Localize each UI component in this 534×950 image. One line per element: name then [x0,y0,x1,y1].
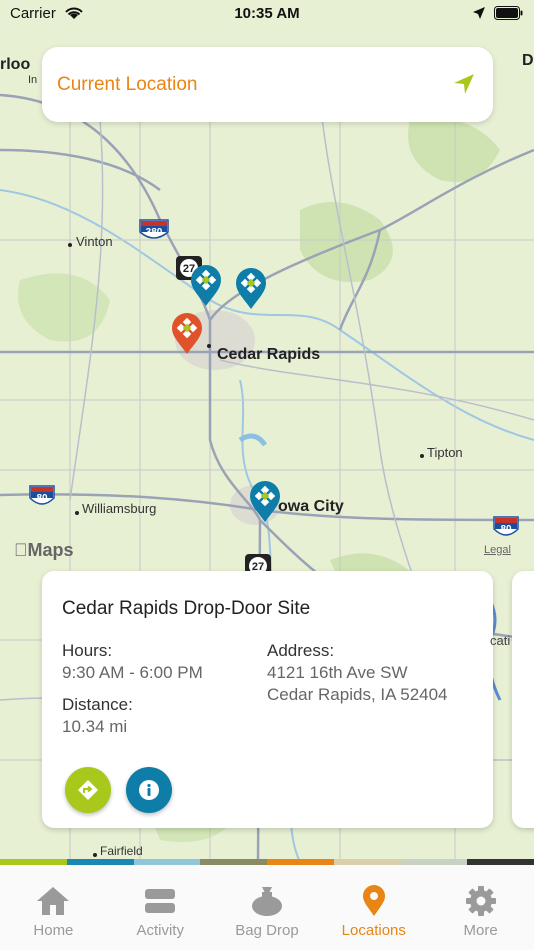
next-location-card[interactable]: cati [490,571,534,828]
legal-link[interactable]: Legal [484,544,511,556]
map-label-independence: In [28,74,38,86]
shield-80-right-text: 80 [500,524,512,535]
map-label-fairfield: Fairfield [100,844,143,858]
shield-80-left-text: 80 [36,493,48,504]
map-dot-vinton [68,243,72,247]
map-label-waterloo: rloo [0,56,31,73]
current-location-search[interactable]: Current Location [42,47,493,122]
status-bar: Carrier 10:35 AM [0,0,534,28]
map-label-dubuque: D [522,52,534,69]
interstate-380-shield: 380 [138,218,170,242]
location-pin-selected[interactable] [170,312,204,356]
next-card-peek-text: cati [490,633,511,648]
address-line1: 4121 16th Ave SW [267,663,408,682]
map-label-cedar-rapids: Cedar Rapids [217,346,321,363]
location-services-icon [473,7,485,19]
tab-activity-label: Activity [136,922,184,939]
current-location-label: Current Location [57,74,198,95]
info-icon [139,780,159,800]
tab-locations-label: Locations [341,922,406,939]
directions-button[interactable] [65,767,111,813]
interstate-80-shield-right: 80 [492,515,520,539]
location-pin-blue-2[interactable] [234,267,268,311]
tab-activity[interactable]: Activity [107,865,214,950]
locate-arrow-icon[interactable] [453,73,475,100]
battery-icon [494,6,523,20]
shield-380-text: 380 [146,227,163,238]
map-label-vinton: Vinton [76,234,113,249]
interstate-80-shield-left: 80 [28,484,56,508]
status-right [472,6,524,20]
activity-icon [145,889,176,913]
apple-maps-logo: Maps [14,540,74,561]
address-label: Address: [267,641,335,660]
location-pin-blue-1[interactable] [189,264,223,308]
map-dot-tipton [420,454,424,458]
distance-label: Distance: [62,695,133,714]
tab-more[interactable]: More [427,865,534,950]
tab-bag-drop[interactable]: Bag Drop [214,865,321,950]
home-icon [37,887,70,915]
hours-value: 9:30 AM - 6:00 PM [62,663,203,682]
tab-more-label: More [463,922,498,939]
hours-label: Hours: [62,641,113,660]
directions-icon [78,780,98,800]
location-detail-card[interactable]: Cedar Rapids Drop-Door Site Hours: 9:30 … [42,571,493,828]
map-label-williamsburg: Williamsburg [82,501,157,516]
map-dot-williamsburg [75,511,79,515]
map-dot-cedar-rapids [207,344,211,348]
bag-icon [251,887,282,916]
location-name: Cedar Rapids Drop-Door Site [62,598,311,619]
map-label-tipton: Tipton [427,445,463,460]
address-line2: Cedar Rapids, IA 52404 [267,685,448,704]
map-dot-fairfield [93,853,97,857]
tab-home-label: Home [33,922,74,939]
location-pin-icon [362,885,385,916]
gear-icon [465,886,496,916]
tab-bag-drop-label: Bag Drop [235,922,299,939]
tab-home[interactable]: Home [0,865,107,950]
apple-logo-icon:  [14,540,28,560]
tab-bar: Home Activity Bag Drop Locations More [0,865,534,950]
info-button[interactable] [126,767,172,813]
location-pin-blue-3[interactable] [248,480,282,524]
map-label-iowa-city: owa City [278,498,344,515]
tab-locations[interactable]: Locations [320,865,427,950]
distance-value: 10.34 mi [62,717,128,736]
maps-logo-text: Maps [14,540,74,560]
status-time: 10:35 AM [234,5,300,22]
